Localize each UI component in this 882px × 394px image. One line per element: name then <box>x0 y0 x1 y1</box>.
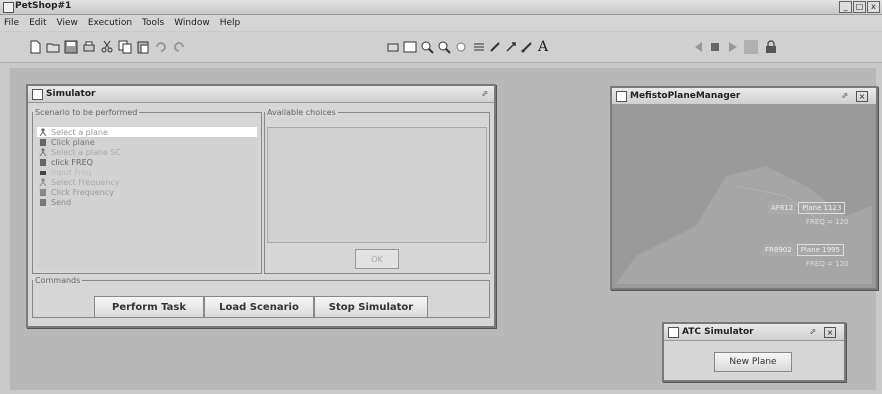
redo-icon[interactable] <box>172 40 186 54</box>
app-title: PetShop#1 <box>15 1 72 11</box>
plane-manager-window: MefistoPlaneManager ⬀ × AF612 Plane 1123… <box>610 86 878 290</box>
atc-titlebar[interactable]: ATC Simulator ⬀ × <box>664 324 844 341</box>
pointer-icon[interactable] <box>488 40 502 54</box>
zoom-out-icon[interactable] <box>437 40 451 54</box>
radar-view[interactable]: AF612 Plane 1123 FREQ = 120 FR8902 Plane… <box>616 106 872 284</box>
list-item[interactable]: Send <box>37 197 257 207</box>
menu-window[interactable]: Window <box>174 18 210 28</box>
list-item[interactable]: Input Freq <box>37 167 257 177</box>
load-scenario-button[interactable]: Load Scenario <box>204 296 314 318</box>
plane-tag[interactable]: FR8902 Plane 1995 <box>762 244 844 256</box>
app-icon <box>3 2 14 13</box>
maximize-icon[interactable]: ⬀ <box>840 91 850 100</box>
step-icon[interactable] <box>744 40 758 54</box>
plane-frequency: FREQ = 120 <box>806 218 849 226</box>
close-icon[interactable]: × <box>856 91 868 102</box>
copy-icon[interactable] <box>118 40 132 54</box>
menu-execution[interactable]: Execution <box>88 18 132 28</box>
zoom-reset-icon[interactable] <box>454 40 468 54</box>
lock-icon[interactable] <box>764 40 778 54</box>
list-item[interactable]: click FREQ <box>37 157 257 167</box>
stop-icon[interactable] <box>708 40 722 54</box>
maximize-icon[interactable]: ⬀ <box>480 89 490 98</box>
print-icon[interactable] <box>82 40 96 54</box>
plane-tag[interactable]: AF612 Plane 1123 <box>768 202 846 214</box>
user-icon <box>39 178 47 187</box>
maximize-button[interactable]: □ <box>853 1 866 13</box>
scenario-group: Scenario to be performed Select a plane … <box>32 108 262 274</box>
new-file-icon[interactable] <box>28 40 42 54</box>
undo-icon[interactable] <box>154 40 168 54</box>
app-titlebar: PetShop#1 _ □ x <box>0 0 882 15</box>
menu-help[interactable]: Help <box>220 18 241 28</box>
close-button[interactable]: x <box>867 1 880 13</box>
atc-simulator-window: ATC Simulator ⬀ × New Plane <box>662 322 846 382</box>
simulator-titlebar[interactable]: Simulator ⬀ <box>28 86 494 103</box>
menu-file[interactable]: File <box>4 18 19 28</box>
grid-icon[interactable] <box>472 40 486 54</box>
scenario-legend: Scenario to be performed <box>35 108 138 117</box>
close-icon[interactable]: × <box>824 327 836 338</box>
mouse-icon <box>39 138 47 146</box>
list-item[interactable]: Select Frequency <box>37 177 257 187</box>
choices-legend: Available choices <box>267 108 336 117</box>
plane-frequency: FREQ = 120 <box>806 260 849 268</box>
window-controls: _ □ x <box>839 1 880 13</box>
rewind-icon[interactable] <box>690 40 704 54</box>
open-folder-icon[interactable] <box>46 40 60 54</box>
minimize-button[interactable]: _ <box>839 1 852 13</box>
connect-icon[interactable] <box>520 40 534 54</box>
paste-icon[interactable] <box>136 40 150 54</box>
zoom-fit-icon[interactable] <box>403 40 417 54</box>
stop-simulator-button[interactable]: Stop Simulator <box>314 296 428 318</box>
new-plane-button[interactable]: New Plane <box>714 352 792 372</box>
list-item[interactable]: Click Frequency <box>37 187 257 197</box>
ok-button[interactable]: OK <box>355 249 399 269</box>
atc-title: ATC Simulator <box>682 327 754 337</box>
print-preview-icon[interactable] <box>386 40 400 54</box>
user-icon <box>39 148 47 157</box>
list-item[interactable]: Click plane <box>37 137 257 147</box>
mouse-icon <box>39 188 47 196</box>
save-icon[interactable] <box>64 40 78 54</box>
zoom-in-icon[interactable] <box>420 40 434 54</box>
user-icon <box>39 128 47 137</box>
window-icon <box>616 91 627 102</box>
plane-manager-title: MefistoPlaneManager <box>630 91 741 101</box>
list-item[interactable]: Select a plane <box>37 127 257 137</box>
mouse-icon <box>39 198 47 206</box>
text-icon[interactable]: A <box>536 40 550 54</box>
simulator-title: Simulator <box>46 89 96 99</box>
choices-list[interactable] <box>267 127 487 243</box>
commands-legend: Commands <box>35 276 81 285</box>
choices-group: Available choices OK <box>264 108 490 274</box>
maximize-icon[interactable]: ⬀ <box>808 327 818 336</box>
mouse-icon <box>39 158 47 166</box>
cut-icon[interactable] <box>100 40 114 54</box>
menu-bar: File Edit View Execution Tools Window He… <box>0 15 882 31</box>
list-item[interactable]: Select a plane SC <box>37 147 257 157</box>
radar-terrain <box>616 166 872 284</box>
select-arrow-icon[interactable] <box>504 40 518 54</box>
plane-manager-titlebar[interactable]: MefistoPlaneManager ⬀ × <box>612 88 876 105</box>
keyboard-icon <box>39 168 47 176</box>
toolbar: A <box>0 32 882 63</box>
scenario-list[interactable]: Select a plane Click plane Select a plan… <box>37 127 257 269</box>
menu-view[interactable]: View <box>57 18 78 28</box>
window-icon <box>668 327 679 338</box>
window-icon <box>32 89 43 100</box>
menu-edit[interactable]: Edit <box>29 18 46 28</box>
perform-task-button[interactable]: Perform Task <box>94 296 204 318</box>
menu-tools[interactable]: Tools <box>142 18 164 28</box>
simulator-window: Simulator ⬀ Scenario to be performed Sel… <box>26 84 496 328</box>
play-icon[interactable] <box>726 40 740 54</box>
